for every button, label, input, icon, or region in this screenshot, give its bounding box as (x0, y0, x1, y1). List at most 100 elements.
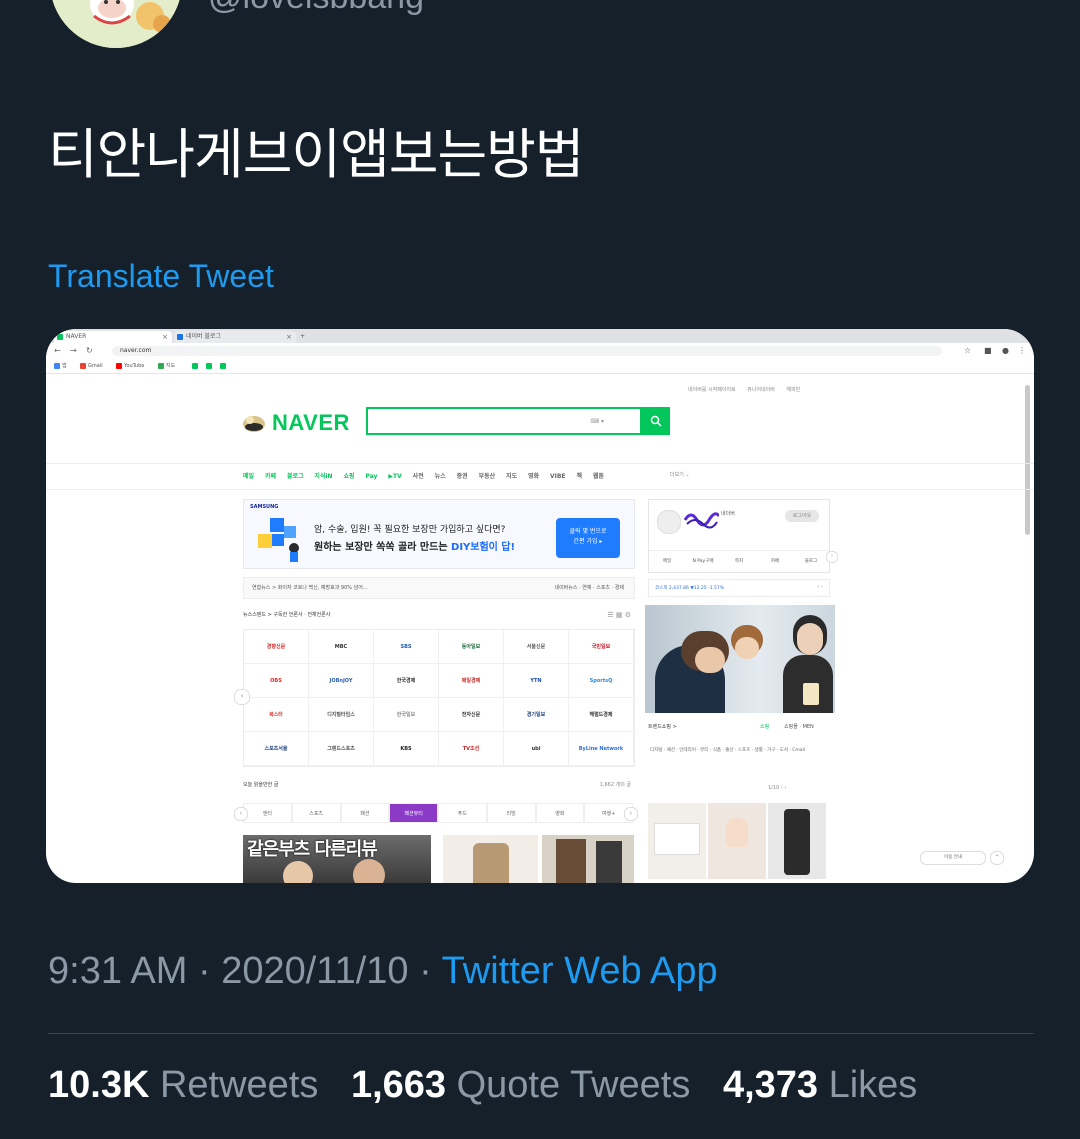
shortcut-item: 카페 (770, 559, 780, 564)
press-logo: TV조선 (439, 732, 504, 766)
tweet-source-link[interactable]: Twitter Web App (442, 950, 718, 992)
account-shortcuts: 메일 N Pay구매 쪽지 카페 블로그 (649, 550, 829, 571)
gnb-item: 뉴스 (434, 473, 446, 480)
separator: · (419, 950, 432, 992)
bookmark-item (192, 362, 200, 370)
view-toggle-icon: ☰ ▦ ⚙ (607, 611, 631, 619)
shopping-header: 트렌드쇼핑 > 쇼핑 쇼핑몰 · MEN (648, 723, 834, 735)
translate-tweet-link[interactable]: Translate Tweet (48, 258, 274, 295)
separator: · (197, 950, 211, 992)
shopping-tab: 쇼핑몰 · MEN (784, 724, 814, 730)
banner-ad: SAMSUNG 암, 수술, 입원! 꼭 필요한 보장만 가입하고 싶다면? 원… (243, 499, 635, 569)
press-logo: 스포츠서울 (244, 732, 309, 766)
shopping-categories: 디지털 · 패션 · 인테리어 · 뷰티 · 식품 · 출산 · 스포츠 · 생… (650, 748, 806, 753)
shopping-pager: 1/10 ‹ › (768, 785, 787, 791)
press-logo: YTN (504, 664, 569, 698)
divider (46, 463, 1034, 464)
category-tab: 푸드 (438, 803, 487, 823)
category-tab: 패션 (340, 803, 390, 823)
top-link: 네이버를 시작페이지로 (688, 387, 736, 393)
category-tabs: 엔터 스포츠 패션 패션뷰티 푸드 리빙 영화 여행+ (243, 803, 633, 823)
reload-icon: ↻ (86, 346, 93, 355)
content-thumbnail (542, 835, 634, 883)
gnb-item: 블로그 (286, 473, 304, 480)
account-name: 네이버 (721, 511, 735, 517)
gnb-item: 지도 (506, 473, 518, 480)
naver-service-menu: 메일 카페 블로그 지식iN 쇼핑 Pay ▶TV 사전 뉴스 증권 부동산 지… (243, 471, 613, 483)
profile-avatar[interactable] (50, 0, 182, 48)
divider (48, 1033, 1034, 1034)
gnb-item: 쇼핑 (343, 473, 355, 480)
press-logo: SBS (374, 630, 439, 664)
naver-search-button (642, 407, 670, 435)
browser-tab: NAVER × (54, 331, 172, 343)
shortcut-item: N Pay구매 (692, 559, 714, 564)
shopping-label: 트렌드쇼핑 > (648, 724, 677, 730)
press-logo: 경기일보 (504, 698, 569, 732)
tweet-meta: 9:31 AM · 2020/11/10 · Twitter Web App (48, 950, 718, 993)
top-arrow-icon: ⌃ (990, 851, 1004, 865)
user-handle[interactable]: @lovelsbbang (208, 0, 424, 17)
tweet-media-image[interactable]: NAVER × 네이버 블로그 × + ← → ↻ naver.com ☆ ■ … (46, 329, 1034, 883)
back-icon: ← (54, 346, 61, 355)
guide-button: 이용 안내 (920, 851, 986, 865)
avatar (657, 510, 681, 534)
press-logo: KBS (374, 732, 439, 766)
logout-button: 로그아웃 (785, 510, 819, 522)
url-text: naver.com (120, 347, 152, 354)
top-link: 해피빈 (786, 387, 801, 393)
tweet-date[interactable]: 2020/11/10 (221, 950, 408, 992)
new-tab-icon: + (300, 333, 306, 340)
today-count: 1,662 개의 글 (599, 782, 631, 788)
chevron-left-icon: ‹ (234, 689, 250, 705)
press-logo: 북스타 (244, 698, 309, 732)
gnb-item: VIBE (549, 473, 566, 480)
likes-label[interactable]: Likes (829, 1064, 918, 1106)
category-tab-active: 패션뷰티 (389, 803, 438, 823)
naver-search-input: ⌨ ▾ (366, 407, 642, 435)
today-header: 오늘 읽을만한 글 1,662 개의 글 (243, 781, 633, 793)
bookmark-item: Gmail (80, 362, 103, 370)
browser-tab-bar: NAVER × 네이버 블로그 × + (46, 329, 1034, 343)
ad-brand: SAMSUNG (250, 504, 279, 510)
product-thumbnail (648, 803, 706, 879)
product-thumbnail (768, 803, 826, 879)
category-tab: 리빙 (486, 803, 536, 823)
today-label: 오늘 읽을만한 글 (243, 782, 279, 788)
tweet-time[interactable]: 9:31 AM (48, 950, 187, 992)
account-box: 네이버 로그아웃 메일 N Pay구매 쪽지 카페 블로그 (648, 499, 830, 573)
quote-tweets-count[interactable]: 1,663 (351, 1064, 446, 1106)
close-icon: × (286, 333, 292, 341)
news-links: 네이버뉴스 · 연예 · 스포츠 · 경제 (554, 585, 624, 591)
browser-tab: 네이버 블로그 × (174, 331, 296, 343)
menu-icon: ⋮ (1018, 346, 1026, 355)
retweets-label[interactable]: Retweets (160, 1064, 318, 1106)
quote-tweets-label[interactable]: Quote Tweets (457, 1064, 691, 1106)
news-photo (645, 605, 835, 713)
retweets-count[interactable]: 10.3K (48, 1064, 149, 1106)
press-logo: 매일경제 (439, 664, 504, 698)
ad-headline: 원하는 보장만 쏙쏙 골라 만드는 DIY보험이 답! (314, 542, 516, 553)
divider (46, 489, 1034, 490)
product-thumbnail (708, 803, 766, 879)
content-thumbnail (443, 835, 538, 883)
category-tab: 영화 (535, 803, 585, 823)
likes-count[interactable]: 4,373 (723, 1064, 818, 1106)
press-logo: 국민일보 (569, 630, 634, 664)
press-grid: 경향신문 MBC SBS 동아일보 서울신문 국민일보 OBS JOBnJOY … (243, 629, 635, 767)
top-links: 네이버를 시작페이지로 쥬니어네이버 해피빈 (688, 386, 810, 393)
category-tab: 스포츠 (291, 803, 341, 823)
press-logo: ByLine Network (569, 732, 634, 766)
extension-icon: ■ (984, 346, 992, 355)
tweet-text: 티안나게브이앱보는방법 (48, 123, 584, 186)
pager-arrows-icon: ‹ › (817, 584, 823, 590)
top-link: 쥬니어네이버 (747, 387, 775, 393)
forward-icon: → (70, 346, 77, 355)
press-logo: JOBnJOY (309, 664, 374, 698)
newsstand-header: 뉴스스탠드 > 구독한 언론사 · 전체언론사 ☰ ▦ ⚙ (243, 611, 633, 623)
press-logo: ubi (504, 732, 569, 766)
blog-favicon (177, 334, 183, 340)
press-logo: 헤럴드경제 (569, 698, 634, 732)
bookmark-item: 앱 (54, 362, 67, 370)
press-logo: 그랜드스포츠 (309, 732, 374, 766)
